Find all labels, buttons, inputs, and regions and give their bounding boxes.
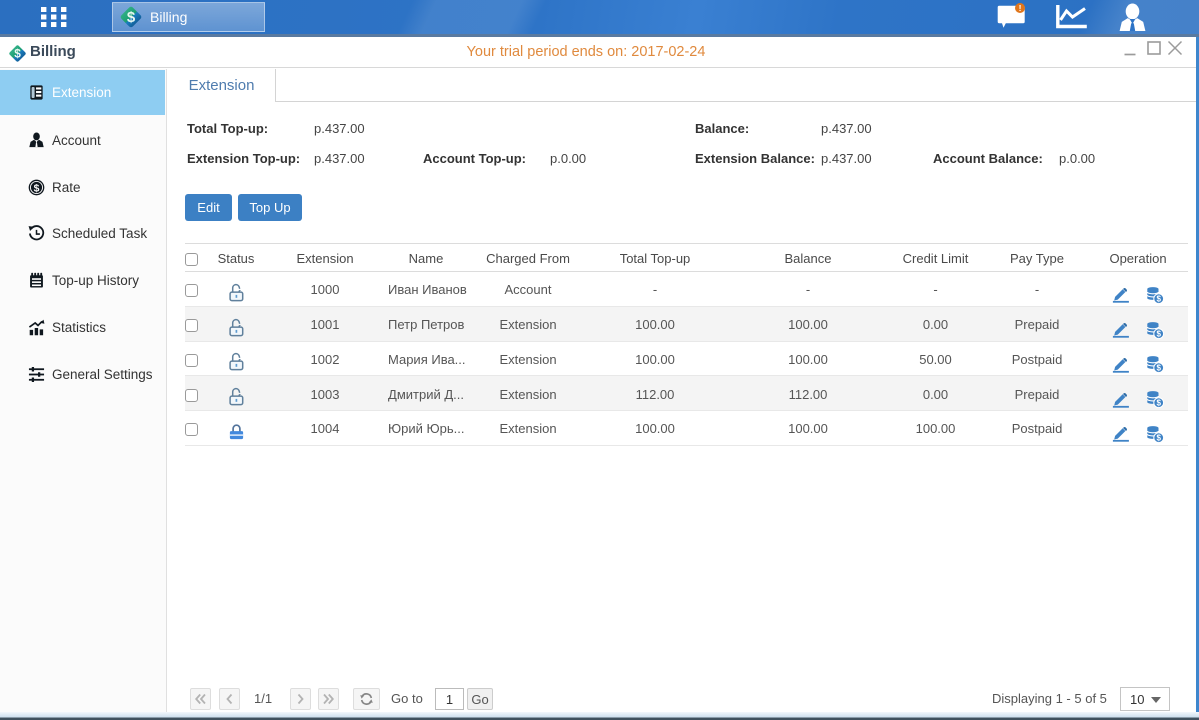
svg-text:$: $ [127,9,136,26]
svg-text:$: $ [1156,364,1161,373]
svg-text:$: $ [34,183,40,194]
svg-text:$: $ [1156,329,1161,338]
svg-text:$: $ [1156,294,1161,303]
svg-text:$: $ [1156,399,1161,408]
svg-text:!: ! [1019,3,1022,13]
svg-text:$: $ [1156,433,1161,442]
